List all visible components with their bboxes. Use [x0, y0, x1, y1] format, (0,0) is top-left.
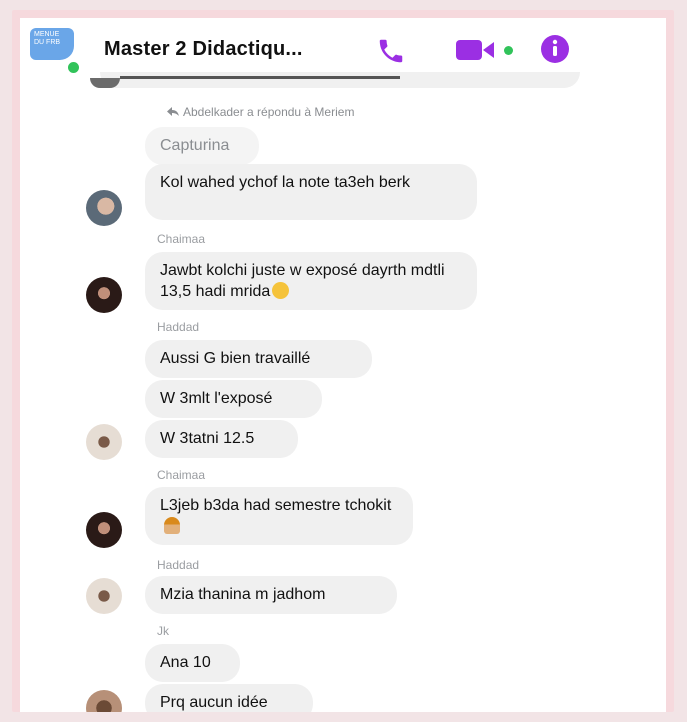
reply-note: Abdelkader a répondu à Meriem	[167, 105, 354, 119]
sender-name: Haddad	[157, 558, 200, 572]
phone-icon[interactable]	[376, 36, 406, 66]
reply-note-text: Abdelkader a répondu à Meriem	[183, 105, 355, 119]
message-bubble[interactable]: L3jeb b3da had semestre tchokit	[145, 487, 413, 545]
message-text: Kol wahed ychof la note ta3eh berk	[160, 174, 410, 191]
avatar-chaimaa[interactable]	[86, 512, 122, 548]
message-bubble[interactable]: Kol wahed ychof la note ta3eh berk	[145, 164, 477, 220]
message-bubble[interactable]: Jawbt kolchi juste w exposé dayrth mdtli…	[145, 252, 477, 310]
message-bubble[interactable]: Aussi G bien travaillé	[145, 340, 372, 378]
avatar-haddad[interactable]	[86, 424, 122, 460]
video-camera-icon[interactable]	[456, 38, 500, 62]
chat-screen: MENUE DU FRB Master 2 Didactiqu... Abdel…	[20, 18, 666, 712]
avatar-abdelkader[interactable]	[86, 190, 122, 226]
quoted-message-text: Capturina	[160, 137, 230, 154]
info-icon[interactable]	[540, 34, 570, 64]
message-text: L3jeb b3da had semestre tchokit	[160, 497, 392, 514]
message-text: Jawbt kolchi juste w exposé dayrth mdtli…	[160, 262, 445, 300]
message-text: W 3tatni 12.5	[160, 430, 255, 447]
message-bubble[interactable]: Prq aucun idée	[145, 684, 313, 712]
reply-arrow-icon	[167, 107, 179, 116]
avatar-haddad[interactable]	[86, 578, 122, 614]
person-facepalming-emoji	[164, 517, 180, 534]
avatar-jk[interactable]	[86, 690, 122, 712]
avatar-chaimaa[interactable]	[86, 277, 122, 313]
disappointed-face-emoji	[272, 282, 290, 299]
message-bubble[interactable]: Mzia thanina m jadhom	[145, 576, 397, 614]
video-active-dot	[504, 46, 513, 55]
message-text: Mzia thanina m jadhom	[160, 586, 326, 603]
message-text: Prq aucun idée	[160, 694, 268, 711]
sender-name: Haddad	[157, 320, 200, 334]
clipped-message-text	[120, 76, 400, 86]
message-text: W 3mlt l'exposé	[160, 390, 273, 407]
message-bubble[interactable]: Ana 10	[145, 644, 240, 682]
online-status-dot	[66, 60, 81, 75]
message-text: Aussi G bien travaillé	[160, 350, 311, 367]
group-avatar-text: MENUE DU FRB	[34, 31, 61, 46]
sender-name: Jk	[157, 624, 169, 638]
message-bubble[interactable]: W 3tatni 12.5	[145, 420, 298, 458]
message-text: Ana 10	[160, 654, 211, 671]
group-avatar[interactable]: MENUE DU FRB	[30, 28, 74, 60]
sender-name: Chaimaa	[157, 468, 206, 482]
quoted-message-bubble[interactable]: Capturina	[145, 127, 259, 165]
conversation-title[interactable]: Master 2 Didactiqu...	[104, 38, 303, 61]
sender-name: Chaimaa	[157, 232, 206, 246]
message-bubble[interactable]: W 3mlt l'exposé	[145, 380, 322, 418]
